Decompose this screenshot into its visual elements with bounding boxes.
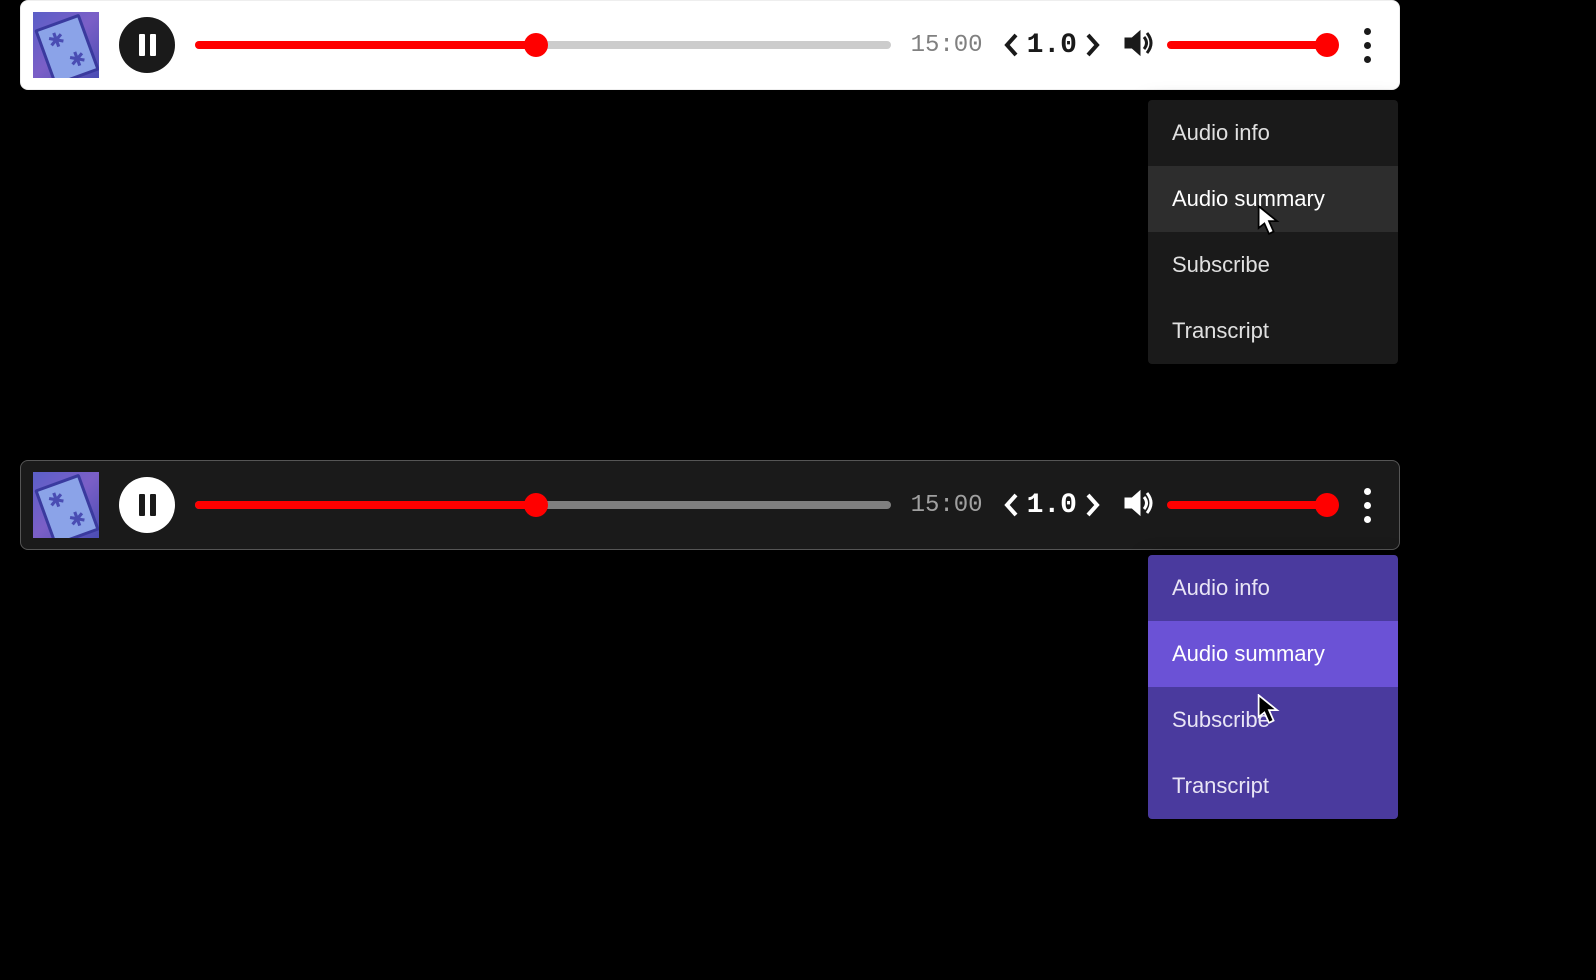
menu-item-audio-summary[interactable]: Audio summary	[1148, 166, 1398, 232]
menu-item-audio-summary[interactable]: Audio summary	[1148, 621, 1398, 687]
volume-slider[interactable]	[1167, 501, 1327, 509]
time-display: 15:00	[911, 32, 983, 59]
pause-icon	[139, 34, 156, 56]
time-display: 15:00	[911, 492, 983, 519]
more-options-button[interactable]	[1347, 20, 1387, 71]
track-thumbnail[interactable]	[33, 12, 99, 78]
volume-slider[interactable]	[1167, 41, 1327, 49]
menu-item-subscribe[interactable]: Subscribe	[1148, 232, 1398, 298]
more-options-menu: Audio info Audio summary Subscribe Trans…	[1148, 100, 1398, 364]
volume-thumb[interactable]	[1315, 493, 1339, 517]
volume-icon[interactable]	[1121, 26, 1155, 65]
track-thumbnail[interactable]	[33, 472, 99, 538]
speed-value: 1.0	[1027, 30, 1077, 61]
menu-item-audio-info[interactable]: Audio info	[1148, 555, 1398, 621]
pause-icon	[139, 494, 156, 516]
audio-player-dark: 15:00 1.0	[20, 460, 1400, 550]
seek-thumb[interactable]	[524, 493, 548, 517]
seek-slider[interactable]	[195, 41, 891, 49]
playback-speed-control: 1.0	[1003, 30, 1101, 61]
speed-value: 1.0	[1027, 490, 1077, 521]
volume-control	[1121, 486, 1327, 525]
audio-player-light: 15:00 1.0	[20, 0, 1400, 90]
menu-item-transcript[interactable]: Transcript	[1148, 753, 1398, 819]
speed-increase-button[interactable]	[1083, 31, 1101, 59]
volume-icon[interactable]	[1121, 486, 1155, 525]
menu-item-audio-info[interactable]: Audio info	[1148, 100, 1398, 166]
volume-control	[1121, 26, 1327, 65]
more-options-menu: Audio info Audio summary Subscribe Trans…	[1148, 555, 1398, 819]
volume-thumb[interactable]	[1315, 33, 1339, 57]
seek-slider[interactable]	[195, 501, 891, 509]
playback-speed-control: 1.0	[1003, 490, 1101, 521]
more-options-button[interactable]	[1347, 480, 1387, 531]
speed-increase-button[interactable]	[1083, 491, 1101, 519]
pause-button[interactable]	[119, 477, 175, 533]
speed-decrease-button[interactable]	[1003, 31, 1021, 59]
speed-decrease-button[interactable]	[1003, 491, 1021, 519]
pause-button[interactable]	[119, 17, 175, 73]
menu-item-transcript[interactable]: Transcript	[1148, 298, 1398, 364]
menu-item-subscribe[interactable]: Subscribe	[1148, 687, 1398, 753]
seek-thumb[interactable]	[524, 33, 548, 57]
